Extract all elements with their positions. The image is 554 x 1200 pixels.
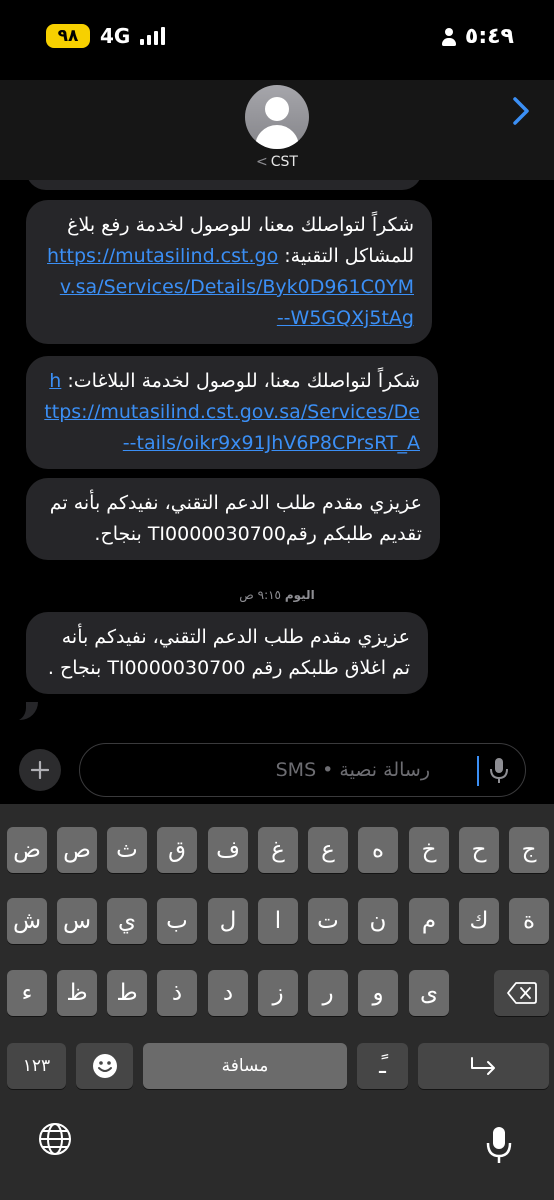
conversation-header: < CST: [0, 80, 554, 180]
key[interactable]: ي: [107, 898, 147, 944]
globe-icon[interactable]: [38, 1122, 72, 1156]
key[interactable]: ذ: [157, 970, 197, 1016]
message-bubble[interactable]: [26, 180, 422, 190]
key[interactable]: ا: [258, 898, 298, 944]
key[interactable]: ز: [258, 970, 298, 1016]
key[interactable]: غ: [258, 827, 298, 873]
timestamp-day: اليوم: [284, 588, 315, 602]
message-input[interactable]: [140, 750, 430, 790]
microphone-icon[interactable]: [489, 757, 509, 785]
key[interactable]: ق: [157, 827, 197, 873]
message-field[interactable]: [79, 743, 526, 797]
key[interactable]: ة: [509, 898, 549, 944]
contact-chevron: <: [256, 154, 268, 170]
message-text: شكراً لتواصلك معنا، للوصول لخدمة البلاغا…: [67, 370, 420, 392]
delete-key[interactable]: [494, 970, 549, 1016]
key[interactable]: ب: [157, 898, 197, 944]
key[interactable]: و: [358, 970, 398, 1016]
tanween-key[interactable]: ًـ: [357, 1043, 408, 1089]
return-key-icon: [470, 1057, 495, 1075]
message-bubble[interactable]: عزيزي مقدم طلب الدعم التقني، نفيدكم بأنه…: [26, 612, 428, 694]
key[interactable]: ج: [509, 827, 549, 873]
key[interactable]: د: [208, 970, 248, 1016]
space-key[interactable]: مسافة: [143, 1043, 347, 1089]
key[interactable]: ح: [459, 827, 499, 873]
emoji-icon: [92, 1054, 117, 1078]
status-bar: ٩٨ 4G ٥:٤٩: [0, 0, 554, 80]
plus-button[interactable]: [19, 749, 61, 791]
key[interactable]: ى: [409, 970, 449, 1016]
key[interactable]: ث: [107, 827, 147, 873]
key[interactable]: ك: [459, 898, 499, 944]
key[interactable]: ض: [7, 827, 47, 873]
key[interactable]: ل: [208, 898, 248, 944]
key[interactable]: ن: [358, 898, 398, 944]
message-bubble[interactable]: عزيزي مقدم طلب الدعم التقني، نفيدكم بأنه…: [26, 478, 440, 560]
message-bubble[interactable]: شكراً لتواصلك معنا، للوصول لخدمة رفع بلا…: [26, 200, 432, 344]
key[interactable]: ف: [208, 827, 248, 873]
message-bubble[interactable]: شكراً لتواصلك معنا، للوصول لخدمة البلاغا…: [26, 356, 438, 469]
key[interactable]: ت: [308, 898, 348, 944]
status-right: ٥:٤٩: [441, 24, 514, 49]
contact-name: CST: [270, 154, 298, 170]
key[interactable]: ص: [57, 827, 97, 873]
plus-icon: [31, 761, 49, 779]
key[interactable]: ه: [358, 827, 398, 873]
key[interactable]: س: [57, 898, 97, 944]
person-icon: [441, 27, 457, 47]
contact-avatar-icon[interactable]: [245, 85, 309, 149]
microphone-icon[interactable]: [486, 1126, 512, 1164]
key[interactable]: ش: [7, 898, 47, 944]
status-time: ٥:٤٩: [464, 24, 514, 49]
network-type: 4G: [100, 24, 131, 48]
status-left: ٩٨ 4G: [46, 24, 166, 48]
key[interactable]: ع: [308, 827, 348, 873]
delete-key-icon: [506, 982, 537, 1004]
timestamp-time: ٩:١٥ ص: [239, 588, 282, 602]
message-timestamp: اليوم ٩:١٥ ص: [0, 588, 554, 602]
compose-bar: [0, 740, 554, 800]
battery-indicator: ٩٨: [46, 24, 90, 48]
bubble-tail: [8, 698, 38, 722]
text-cursor: [477, 756, 479, 786]
key[interactable]: ء: [7, 970, 47, 1016]
message-list[interactable]: شكراً لتواصلك معنا، للوصول لخدمة رفع بلا…: [0, 180, 554, 740]
emoji-key[interactable]: [76, 1043, 133, 1089]
key[interactable]: ط: [107, 970, 147, 1016]
contact-name-row[interactable]: < CST: [0, 154, 554, 170]
key[interactable]: ظ: [57, 970, 97, 1016]
signal-bars-icon: [140, 27, 166, 45]
chevron-right-icon[interactable]: [506, 96, 536, 126]
key[interactable]: خ: [409, 827, 449, 873]
key[interactable]: م: [409, 898, 449, 944]
numbers-key[interactable]: ١٢٣: [7, 1043, 66, 1089]
key[interactable]: ر: [308, 970, 348, 1016]
return-key[interactable]: [418, 1043, 549, 1089]
